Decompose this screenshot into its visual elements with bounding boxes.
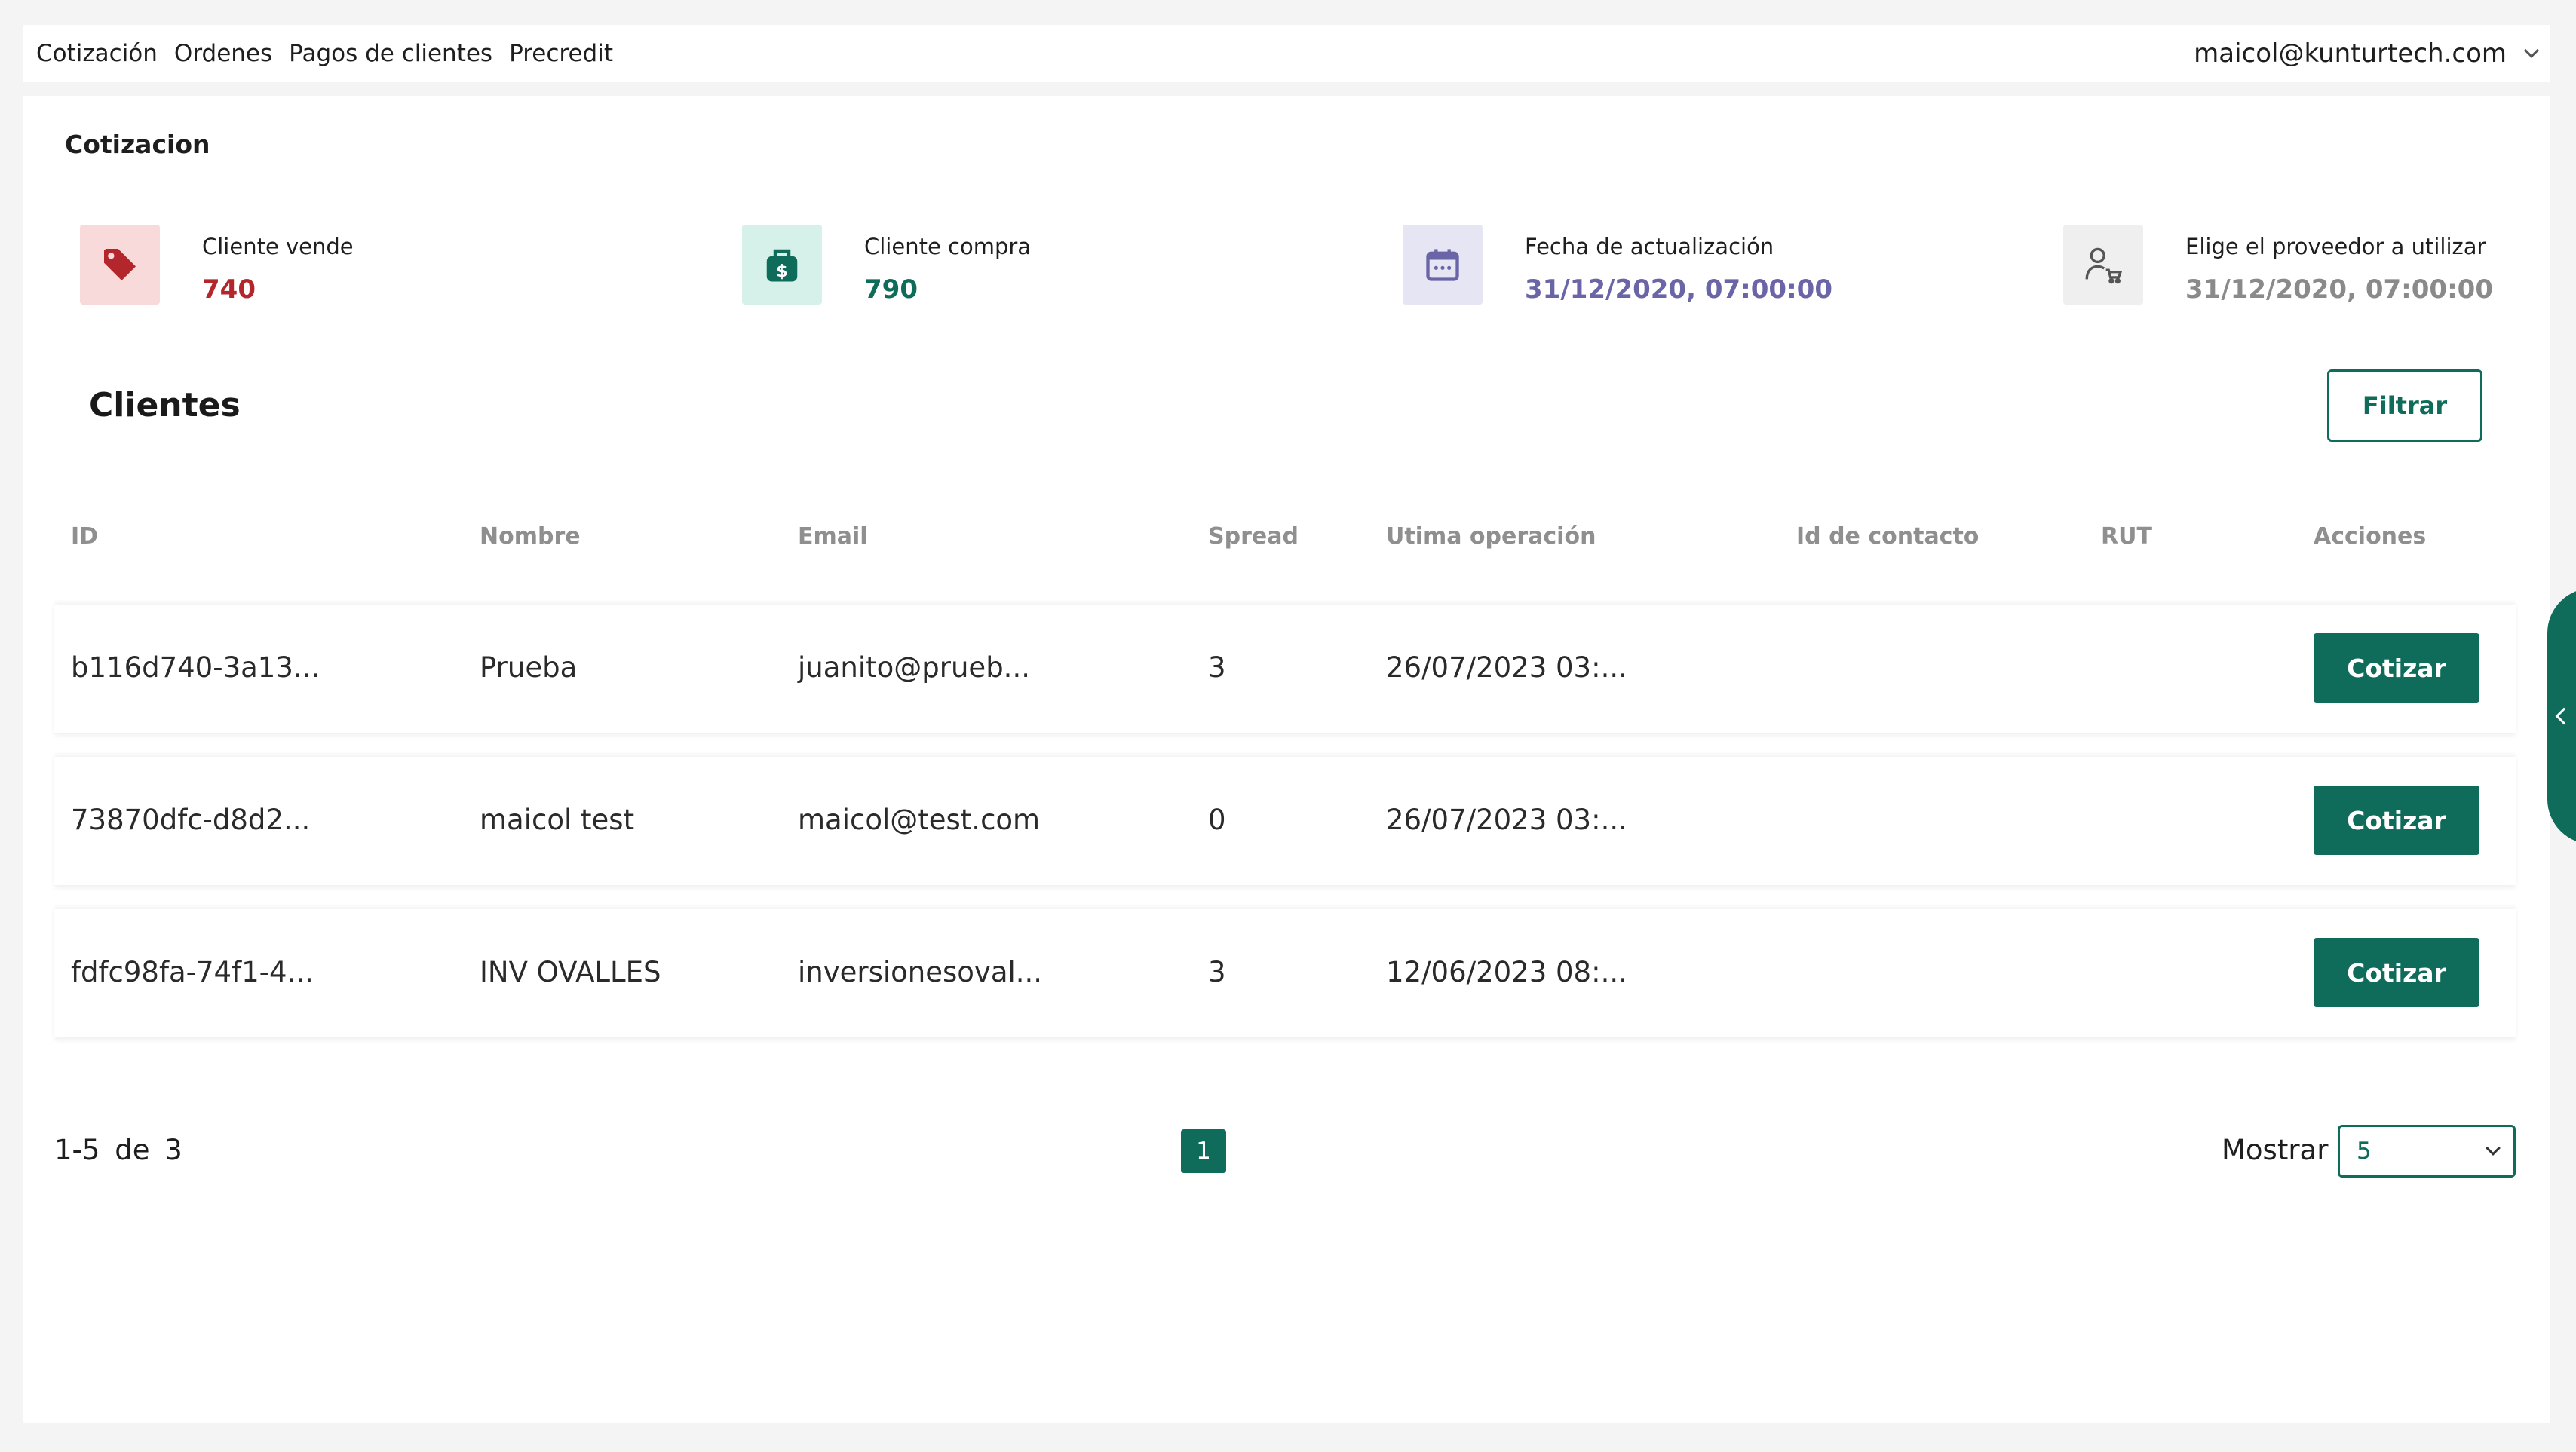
pagination-of: de [115,1134,150,1166]
pagination-total: 3 [164,1134,182,1166]
cell-email: maicol@test.com [798,804,1041,836]
cell-nombre: INV OVALLES [480,956,661,988]
column-header-rut: RUT [2101,523,2152,550]
stat-label: Fecha de actualización [1525,234,1774,259]
column-header-acciones: Acciones [2314,523,2427,550]
column-header-nombre: Nombre [480,523,581,550]
cell-ultima-operacion: 26/07/2023 03:... [1386,651,1627,684]
money-bag-icon: $ [742,225,822,305]
pagination-range: 1-5 [54,1134,100,1166]
cell-id: 73870dfc-d8d2... [71,804,311,836]
page-button-1[interactable]: 1 [1181,1129,1226,1173]
cell-email: juanito@prueb... [798,651,1030,684]
nav-pagos-de-clientes[interactable]: Pagos de clientes [289,40,492,67]
cell-nombre: Prueba [480,651,578,684]
stat-value: 790 [864,274,918,305]
page-size-select[interactable]: 5 [2338,1125,2516,1178]
cotizar-button[interactable]: Cotizar [2314,633,2479,703]
main-nav: Cotización Ordenes Pagos de clientes Pre… [36,40,613,67]
page-title: Cotizacion [65,130,210,159]
cell-email: inversionesoval... [798,956,1043,988]
pagination-summary: 1-5 de 3 [54,1134,182,1166]
column-header-ultima-operacion: Utima operación [1386,523,1596,550]
column-header-id: ID [71,523,99,550]
svg-text:$: $ [776,262,788,281]
cell-spread: 3 [1208,651,1226,684]
stat-value: 740 [202,274,256,305]
tag-icon [80,225,160,305]
table-row: 73870dfc-d8d2... maicol test maicol@test… [54,757,2516,885]
calendar-icon [1403,225,1483,305]
page-size-value: 5 [2357,1138,2372,1165]
cotizar-button[interactable]: Cotizar [2314,786,2479,855]
cell-ultima-operacion: 26/07/2023 03:... [1386,804,1627,836]
page-size-label: Mostrar [2222,1134,2329,1166]
stat-label: Elige el proveedor a utilizar [2185,234,2486,259]
chevron-down-icon [2524,43,2539,58]
user-cart-icon [2063,225,2143,305]
nav-cotizacion[interactable]: Cotización [36,40,158,67]
user-menu[interactable]: maicol@kunturtech.com [2194,38,2539,69]
user-email: maicol@kunturtech.com [2194,38,2507,69]
cell-spread: 3 [1208,956,1226,988]
top-navigation-bar: Cotización Ordenes Pagos de clientes Pre… [23,25,2550,82]
main-panel: Cotizacion Cliente vende 740 $ Cliente c… [23,96,2550,1423]
cell-nombre: maicol test [480,804,635,836]
cell-ultima-operacion: 12/06/2023 08:... [1386,956,1627,988]
chevron-down-icon [2486,1141,2501,1156]
column-header-id-contacto: Id de contacto [1796,523,1980,550]
column-header-email: Email [798,523,868,550]
table-row: fdfc98fa-74f1-4... INV OVALLES inversion… [54,909,2516,1037]
clientes-title: Clientes [89,386,241,424]
chevron-left-icon [2555,707,2573,725]
cotizar-button[interactable]: Cotizar [2314,938,2479,1007]
table-row: b116d740-3a13... Prueba juanito@prueb...… [54,605,2516,733]
cell-id: fdfc98fa-74f1-4... [71,956,314,988]
cell-id: b116d740-3a13... [71,651,320,684]
stat-label: Cliente compra [864,234,1032,259]
filter-button[interactable]: Filtrar [2327,369,2482,442]
nav-precredit[interactable]: Precredit [509,40,613,67]
sidebar-toggle[interactable] [2547,588,2576,844]
column-header-spread: Spread [1208,523,1299,550]
nav-ordenes[interactable]: Ordenes [174,40,272,67]
stat-label: Cliente vende [202,234,354,259]
stat-value: 31/12/2020, 07:00:00 [1525,274,1832,305]
cell-spread: 0 [1208,804,1226,836]
stat-value: 31/12/2020, 07:00:00 [2185,274,2493,305]
